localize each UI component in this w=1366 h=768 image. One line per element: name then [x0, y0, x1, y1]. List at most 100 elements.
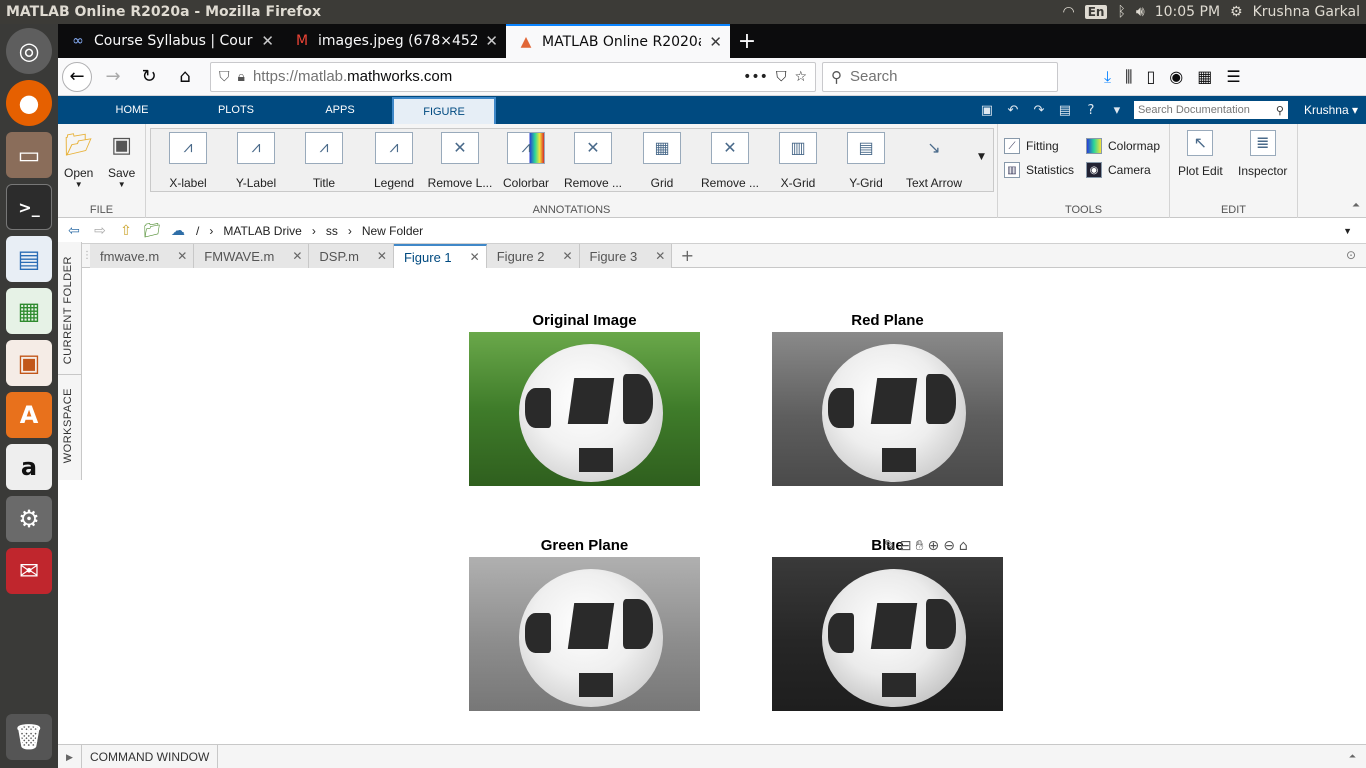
software-center-icon[interactable]: A — [6, 392, 52, 438]
account-icon[interactable]: ◉ — [1169, 67, 1183, 87]
browser-tab[interactable]: ∞ Course Syllabus | Course ✕ — [58, 24, 282, 58]
colorbar-button[interactable]: ⩘ Colorbar — [498, 132, 554, 190]
layout-icon[interactable]: ▤ — [1056, 101, 1074, 119]
user-name[interactable]: Krushna Garkal — [1253, 4, 1360, 20]
grid-button[interactable]: ▦ Grid — [634, 132, 690, 190]
new-tab-button[interactable]: + — [730, 24, 764, 58]
close-icon[interactable]: ✕ — [655, 249, 665, 263]
impress-icon[interactable]: ▣ — [6, 340, 52, 386]
menu-icon[interactable]: ☰ — [1226, 67, 1240, 87]
browse-folder-icon[interactable]: 📁︎ — [143, 222, 161, 239]
calc-icon[interactable]: ▦ — [6, 288, 52, 334]
path-segment[interactable]: MATLAB Drive — [223, 224, 301, 238]
close-icon[interactable]: ✕ — [292, 249, 302, 263]
remove-colorbar-button[interactable]: ✕ Remove ... — [562, 132, 624, 190]
files-icon[interactable]: ▭ — [6, 132, 52, 178]
close-icon[interactable]: ✕ — [485, 32, 498, 50]
download-icon[interactable]: ⤓ — [1104, 67, 1111, 87]
documentation-search-input[interactable]: Search Documentation ⚲ — [1133, 101, 1288, 119]
tab-plots[interactable]: PLOTS — [184, 96, 288, 124]
xlabel-button[interactable]: ⩘ X-label — [160, 132, 216, 190]
forward-button[interactable]: → — [98, 62, 128, 92]
close-icon[interactable]: ✕ — [377, 249, 387, 263]
tab-home[interactable]: HOME — [80, 96, 184, 124]
volume-icon[interactable]: 🔊︎ — [1136, 4, 1145, 20]
close-icon[interactable]: ✕ — [562, 249, 572, 263]
doc-tab-fmwave-upper[interactable]: FMWAVE.m ✕ — [194, 244, 310, 268]
inspector-button[interactable]: ≣ Inspector — [1238, 130, 1287, 178]
data-tips-icon[interactable]: ⊟ — [900, 538, 912, 554]
colormap-button[interactable]: Colormap — [1086, 138, 1160, 154]
path-root[interactable]: / — [196, 224, 199, 238]
close-icon[interactable]: ✕ — [470, 250, 480, 264]
wifi-icon[interactable]: ◠ — [1063, 4, 1075, 20]
add-tab-button[interactable]: + — [672, 244, 702, 267]
options-icon[interactable]: ▾ — [1108, 101, 1126, 119]
legend-button[interactable]: ⩘ Legend — [362, 132, 426, 190]
clock[interactable]: 10:05 PM — [1155, 4, 1220, 20]
statistics-button[interactable]: ▥ Statistics — [1004, 162, 1074, 178]
doc-tab-fmwave[interactable]: fmwave.m ✕ — [90, 244, 195, 268]
pan-hand-icon[interactable]: ✋︎ — [915, 538, 923, 554]
terminal-icon[interactable]: >_ — [6, 184, 52, 230]
search-input[interactable]: ⚲ Search — [822, 61, 1058, 92]
doc-tab-figure-3[interactable]: Figure 3 ✕ — [579, 244, 673, 268]
user-menu[interactable]: Krushna ▾ — [1304, 103, 1358, 117]
lock-icon[interactable]: 🔒︎ — [238, 69, 245, 85]
remove-grid-button[interactable]: ✕ Remove ... — [698, 132, 762, 190]
amazon-icon[interactable]: a — [6, 444, 52, 490]
remove-legend-button[interactable]: ✕ Remove L... — [428, 132, 492, 190]
text-arrow-button[interactable]: ↘ Text Arrow — [900, 132, 968, 190]
doc-tab-dsp[interactable]: DSP.m ✕ — [309, 244, 394, 268]
current-folder-tab[interactable]: CURRENT FOLDER — [62, 256, 78, 364]
expand-icon[interactable]: ▶ — [58, 744, 82, 768]
home-view-icon[interactable]: ⌂ — [959, 538, 968, 554]
collapse-toolstrip-icon[interactable]: ⏶ — [1352, 200, 1360, 211]
ylabel-button[interactable]: ⩘ Y-Label — [228, 132, 284, 190]
path-segment[interactable]: New Folder — [362, 224, 423, 238]
tab-apps[interactable]: APPS — [288, 96, 392, 124]
url-text[interactable]: https://matlab.mathworks.com — [253, 68, 735, 85]
save-icon[interactable]: ▣ — [978, 101, 996, 119]
writer-icon[interactable]: ▤ — [6, 236, 52, 282]
zoom-in-icon[interactable]: ⊕ — [927, 538, 939, 554]
sidebar-icon[interactable]: ▯ — [1146, 67, 1155, 87]
workspace-tab[interactable]: WORKSPACE — [62, 388, 78, 463]
gear-icon[interactable]: ⚙ — [1230, 4, 1243, 20]
doc-tab-figure-2[interactable]: Figure 2 ✕ — [486, 244, 580, 268]
title-button[interactable]: ⩘ Title — [296, 132, 352, 190]
home-button[interactable]: ⌂ — [170, 62, 200, 92]
firefox-icon[interactable]: ● — [6, 80, 52, 126]
close-icon[interactable]: ✕ — [177, 249, 187, 263]
undo-icon[interactable]: ↶ — [1004, 101, 1022, 119]
tab-figure[interactable]: FIGURE — [392, 97, 496, 124]
shield-icon[interactable]: ⛉ — [219, 69, 230, 85]
back-arrow-icon[interactable]: ⇦ — [66, 222, 82, 239]
bookmark-star-icon[interactable]: ☆ — [794, 69, 807, 85]
bluetooth-icon[interactable]: ᛒ — [1117, 4, 1125, 20]
doc-tab-figure-1[interactable]: Figure 1 ✕ — [393, 244, 487, 268]
gallery-expand-icon[interactable]: ▼ — [978, 152, 985, 162]
brush-icon[interactable]: ✎ — [884, 538, 896, 554]
command-window-tab[interactable]: COMMAND WINDOW — [82, 744, 219, 768]
fitting-button[interactable]: ⟋ Fitting — [1004, 138, 1059, 154]
back-button[interactable]: ← — [62, 61, 92, 92]
close-icon[interactable]: ✕ — [261, 32, 274, 50]
search-icon[interactable]: ⚲ — [1276, 104, 1284, 117]
pocket-icon[interactable]: ⛉ — [776, 69, 787, 85]
cloud-icon[interactable]: ☁ — [170, 222, 186, 239]
tab-options-icon[interactable]: ⊙ — [1346, 248, 1356, 262]
xgrid-button[interactable]: ▥ X-Grid — [770, 132, 826, 190]
extensions-icon[interactable]: ▦ — [1197, 67, 1212, 87]
ubuntu-dash-icon[interactable]: ◎ — [6, 28, 52, 74]
close-icon[interactable]: ✕ — [709, 33, 722, 51]
reload-button[interactable]: ↻ — [134, 62, 164, 92]
url-bar[interactable]: ⛉ 🔒︎ https://matlab.mathworks.com ••• ⛉ … — [210, 61, 816, 92]
browser-tab[interactable]: M images.jpeg (678×452) - ✕ — [282, 24, 506, 58]
settings-icon[interactable]: ⚙ — [6, 496, 52, 542]
redo-icon[interactable]: ↷ — [1030, 101, 1048, 119]
forward-arrow-icon[interactable]: ⇨ — [92, 222, 108, 239]
camera-button[interactable]: ◉ Camera — [1086, 162, 1151, 178]
plot-edit-button[interactable]: ↖ Plot Edit — [1178, 130, 1223, 178]
trash-icon[interactable]: 🗑︎ — [6, 714, 52, 760]
